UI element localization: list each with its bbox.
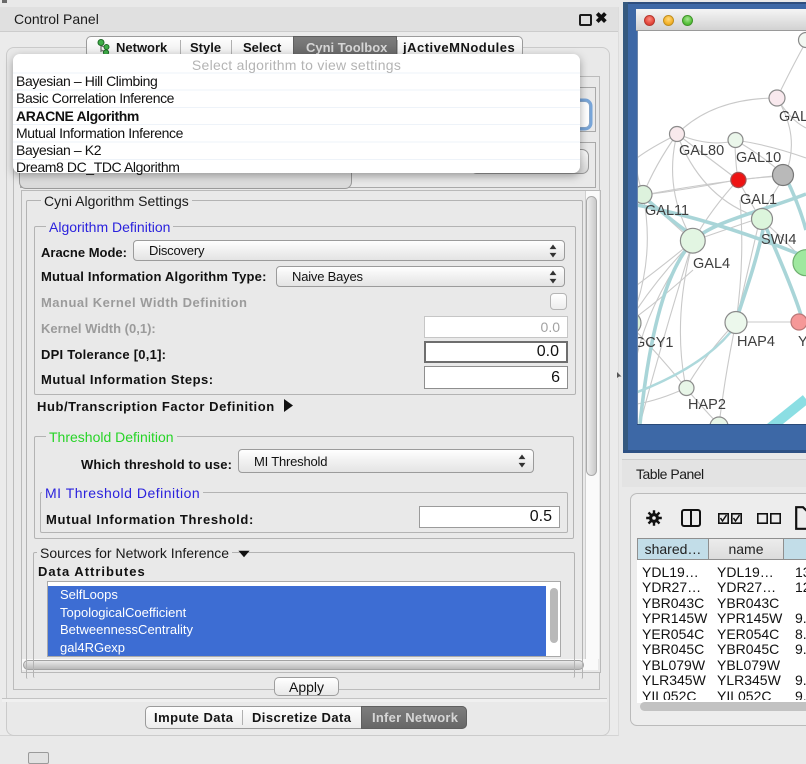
svg-text:GAL1: GAL1 xyxy=(740,192,777,208)
svg-text:SWI4: SWI4 xyxy=(761,232,796,248)
svg-text:GAL4: GAL4 xyxy=(693,256,730,272)
svg-text:GAL7: GAL7 xyxy=(779,109,806,125)
svg-text:HAP2: HAP2 xyxy=(688,397,726,413)
svg-text:GAL11: GAL11 xyxy=(645,203,689,219)
svg-text:GAL80: GAL80 xyxy=(679,143,724,159)
svg-text:Y: Y xyxy=(798,334,806,350)
svg-text:HAP4: HAP4 xyxy=(737,334,775,350)
svg-text:GAL10: GAL10 xyxy=(736,150,781,166)
svg-text:GCY1: GCY1 xyxy=(637,335,674,351)
